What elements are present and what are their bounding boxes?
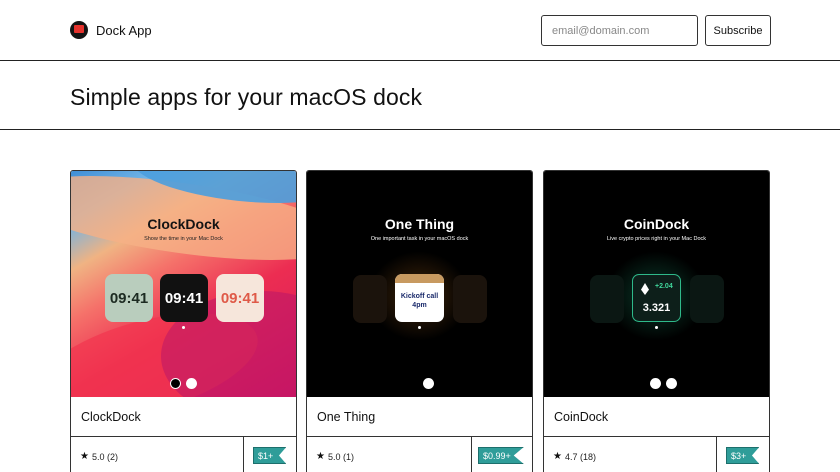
- rating-value: 5.0: [327, 451, 341, 462]
- preview-title: One Thing: [384, 216, 455, 232]
- app-card-coindock[interactable]: CoinDock Live crypto prices right in you…: [543, 170, 770, 472]
- app-meta: ★ 5.0 (2) $1+: [71, 437, 296, 472]
- dock-tile-faded: [590, 275, 624, 323]
- hero: Simple apps for your macOS dock: [0, 61, 840, 130]
- carousel-dot[interactable]: [650, 378, 661, 389]
- subscribe-button[interactable]: Subscribe: [705, 15, 771, 46]
- star-icon: ★: [80, 451, 89, 462]
- app-preview-image[interactable]: CoinDock Live crypto prices right in you…: [544, 171, 769, 397]
- app-name[interactable]: CoinDock: [554, 410, 608, 424]
- price-tag[interactable]: $0.99+: [478, 447, 524, 464]
- note-header-band: [395, 274, 444, 283]
- dock-indicator-dot: [655, 326, 658, 329]
- brand-name: Dock App: [96, 22, 152, 38]
- preview-subtitle: Live crypto prices right in your Mac Doc…: [606, 236, 707, 242]
- star-icon: ★: [316, 451, 325, 462]
- carousel-pager: [650, 378, 677, 389]
- dock-tile-faded: [453, 275, 487, 323]
- clock-tile: 09:41: [160, 274, 208, 322]
- preview-title: CoinDock: [623, 216, 690, 232]
- rating: ★ 5.0 (2): [80, 451, 118, 462]
- coin-price: 3.321: [642, 302, 671, 314]
- rating: ★ 5.0 (1): [316, 451, 354, 462]
- review-count: (1): [343, 451, 354, 462]
- app-card-one-thing[interactable]: One Thing One important task in your mac…: [306, 170, 533, 472]
- dock-app-logo-icon: [70, 21, 88, 39]
- preview-title: ClockDock: [147, 216, 220, 232]
- price-cell: $1+: [243, 437, 296, 472]
- rating-value: 5.0: [91, 451, 105, 462]
- note-line: Kickoff call: [400, 293, 439, 300]
- price-cell: $3+: [716, 437, 769, 472]
- price-tag[interactable]: $1+: [253, 447, 287, 464]
- app-name[interactable]: One Thing: [317, 410, 375, 424]
- star-icon: ★: [553, 451, 562, 462]
- carousel-dot[interactable]: [666, 378, 677, 389]
- note-tile: Kickoff call 4pm: [395, 274, 444, 322]
- app-preview-image[interactable]: ClockDock Show the time in your Mac Dock…: [71, 171, 296, 397]
- app-name[interactable]: ClockDock: [81, 410, 141, 424]
- app-card-clockdock[interactable]: ClockDock Show the time in your Mac Dock…: [70, 170, 297, 472]
- site-header: Dock App Subscribe: [0, 0, 840, 61]
- coin-tile: +2.04 3.321: [632, 274, 681, 322]
- carousel-pager: [170, 378, 197, 389]
- dock-indicator-dot: [182, 326, 185, 329]
- carousel-dot[interactable]: [423, 378, 434, 389]
- page-title: Simple apps for your macOS dock: [70, 84, 423, 110]
- rating-value: 4.7: [564, 451, 578, 462]
- brand[interactable]: Dock App: [70, 21, 152, 39]
- clock-tile: 09:41: [216, 274, 264, 322]
- review-count: (2): [107, 451, 118, 462]
- clock-tile: 09:41: [105, 274, 153, 322]
- note-line: 4pm: [412, 302, 427, 309]
- dock-tile-faded: [690, 275, 724, 323]
- app-preview-image[interactable]: One Thing One important task in your mac…: [307, 171, 532, 397]
- app-meta: ★ 4.7 (18) $3+: [544, 437, 769, 472]
- carousel-pager: [423, 378, 434, 389]
- price-cell: $0.99+: [471, 437, 532, 472]
- review-count: (18): [580, 451, 597, 462]
- ethereum-icon: [641, 283, 649, 295]
- dock-tile-faded: [353, 275, 387, 323]
- rating: ★ 4.7 (18): [553, 451, 596, 462]
- carousel-dot[interactable]: [186, 378, 197, 389]
- preview-subtitle: One important task in your macOS dock: [370, 236, 469, 242]
- carousel-dot[interactable]: [170, 378, 181, 389]
- price-tag[interactable]: $3+: [726, 447, 760, 464]
- app-meta: ★ 5.0 (1) $0.99+: [307, 437, 532, 472]
- coin-change: +2.04: [655, 283, 673, 290]
- note-text: Kickoff call 4pm: [395, 292, 444, 310]
- email-input[interactable]: [541, 15, 698, 46]
- preview-subtitle: Show the time in your Mac Dock: [144, 236, 223, 242]
- dock-indicator-dot: [418, 326, 421, 329]
